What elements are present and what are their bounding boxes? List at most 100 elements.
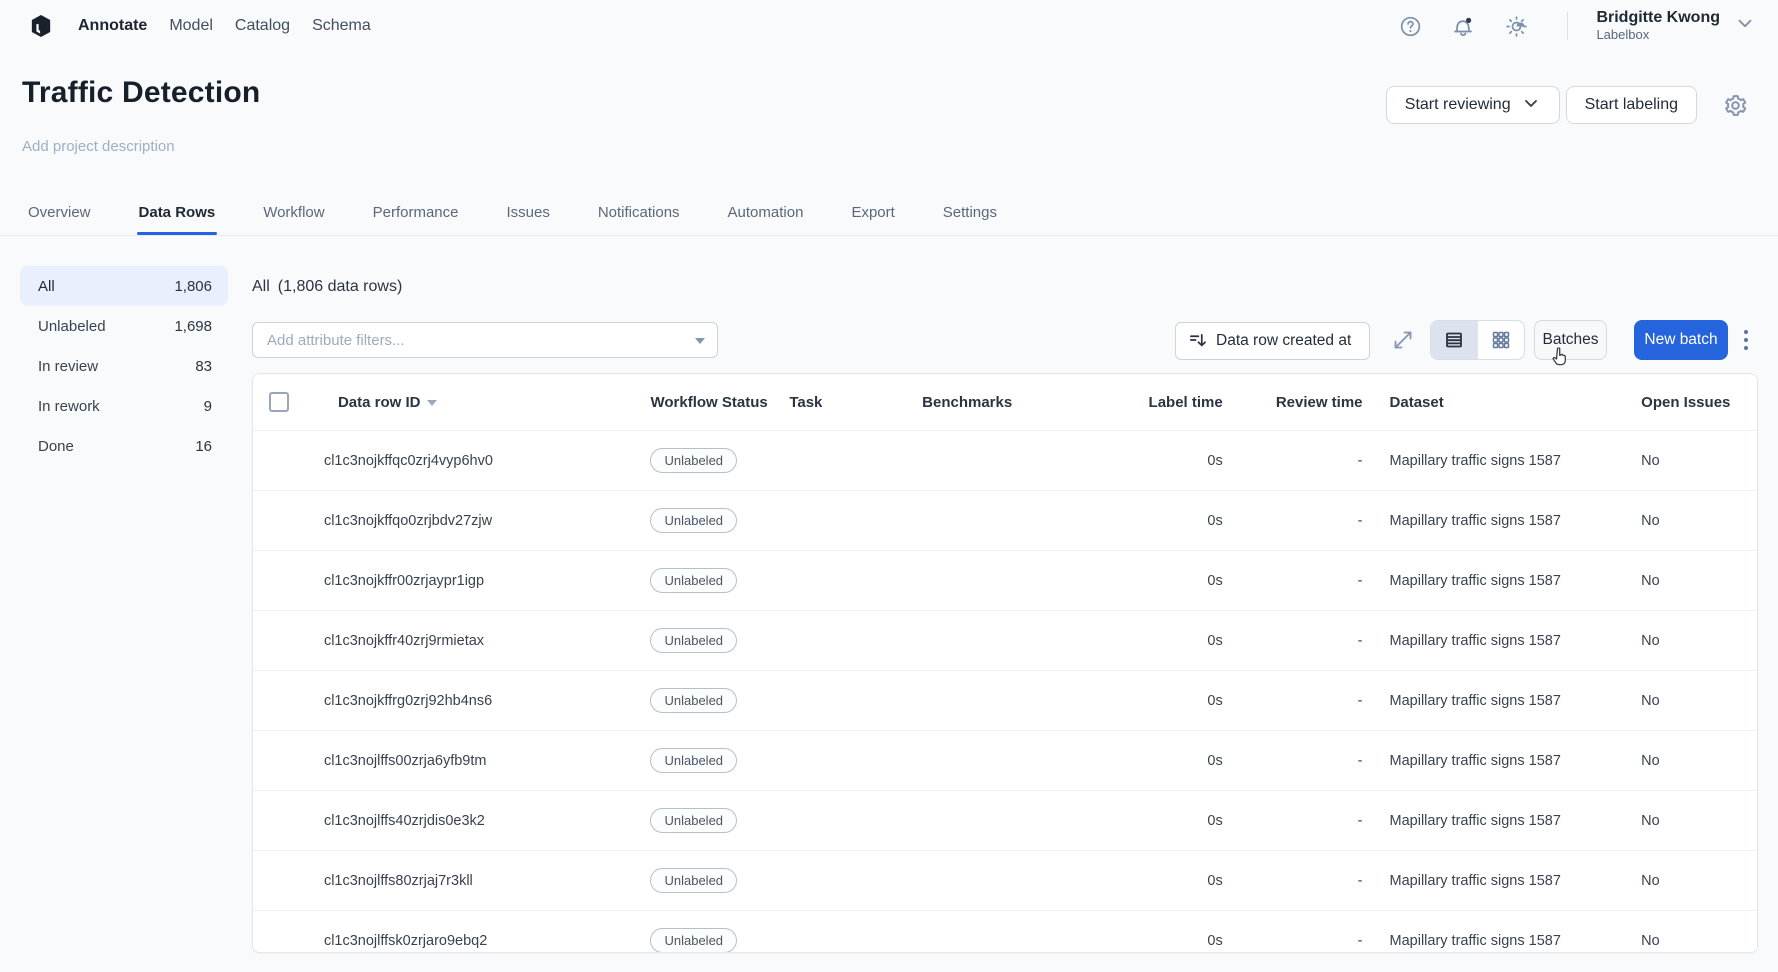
filter-count: 16 bbox=[195, 437, 212, 455]
review-time-cell: - bbox=[1357, 512, 1363, 529]
data-row-id[interactable]: cl1c3nojlffsk0zrjaro9ebq2 bbox=[313, 933, 643, 949]
list-heading: All (1,806 data rows) bbox=[252, 278, 402, 296]
open-issues-cell: No bbox=[1641, 872, 1660, 889]
triangle-down-icon bbox=[427, 399, 438, 406]
column-header-benchmarks: Benchmarks bbox=[922, 393, 1013, 411]
sort-by-button[interactable]: Data row created at bbox=[1175, 321, 1370, 360]
label-time-cell: 0s bbox=[1207, 812, 1223, 829]
table-row[interactable]: cl1c3nojkffr00zrjaypr1igp Unlabeled 0s -… bbox=[253, 551, 1757, 611]
dataset-cell: Mapillary traffic signs 1587 bbox=[1389, 932, 1561, 949]
dataset-cell: Mapillary traffic signs 1587 bbox=[1389, 752, 1561, 769]
label-time-cell: 0s bbox=[1207, 692, 1223, 709]
open-issues-cell: No bbox=[1641, 932, 1660, 949]
data-row-id[interactable]: cl1c3nojkffr00zrjaypr1igp bbox=[313, 573, 643, 589]
nav-item-model[interactable]: Model bbox=[169, 17, 213, 35]
workflow-status-cell: Unlabeled bbox=[642, 808, 782, 833]
label-time-cell: 0s bbox=[1207, 872, 1223, 889]
column-header-review-time: Review time bbox=[1275, 393, 1363, 411]
data-row-id[interactable]: cl1c3nojkffqo0zrjbdv27zjw bbox=[313, 513, 643, 529]
tab-overview[interactable]: Overview bbox=[28, 200, 91, 235]
status-badge: Unlabeled bbox=[650, 508, 738, 533]
column-header-data-row-id[interactable]: Data row ID bbox=[313, 394, 643, 411]
data-row-id[interactable]: cl1c3nojkffqc0zrj4vyp6hv0 bbox=[313, 453, 643, 469]
status-badge: Unlabeled bbox=[650, 688, 738, 713]
status-badge: Unlabeled bbox=[650, 628, 738, 653]
sidebar-filter-all[interactable]: All 1,806 bbox=[20, 266, 228, 306]
data-rows-table: Data row ID Workflow Status Task Benchma… bbox=[252, 373, 1758, 953]
dataset-cell: Mapillary traffic signs 1587 bbox=[1389, 872, 1561, 889]
overflow-menu-icon[interactable] bbox=[1741, 329, 1751, 351]
grid-view-toggle[interactable] bbox=[1478, 321, 1525, 359]
filter-label: Done bbox=[38, 437, 74, 455]
sidebar-filter-in-review[interactable]: In review 83 bbox=[20, 346, 228, 386]
open-issues-cell: No bbox=[1641, 452, 1660, 469]
label-time-cell: 0s bbox=[1207, 752, 1223, 769]
dataset-cell: Mapillary traffic signs 1587 bbox=[1389, 572, 1561, 589]
dataset-cell: Mapillary traffic signs 1587 bbox=[1389, 512, 1561, 529]
data-row-id[interactable]: cl1c3nojkffrg0zrj92hb4ns6 bbox=[313, 693, 643, 709]
table-row[interactable]: cl1c3nojkffr40zrj9rmietax Unlabeled 0s -… bbox=[253, 611, 1757, 671]
review-time-cell: - bbox=[1357, 452, 1363, 469]
table-row[interactable]: cl1c3nojkffqc0zrj4vyp6hv0 Unlabeled 0s -… bbox=[253, 431, 1757, 491]
filter-count: 1,806 bbox=[174, 277, 212, 295]
table-row[interactable]: cl1c3nojlffs40zrjdis0e3k2 Unlabeled 0s -… bbox=[253, 791, 1757, 851]
data-row-id[interactable]: cl1c3nojlffs80zrjaj7r3kll bbox=[313, 873, 643, 889]
open-issues-cell: No bbox=[1641, 752, 1660, 769]
table-row[interactable]: cl1c3nojkffqo0zrjbdv27zjw Unlabeled 0s -… bbox=[253, 491, 1757, 551]
attribute-filters-input[interactable] bbox=[252, 322, 718, 358]
sidebar-filter-in-rework[interactable]: In rework 9 bbox=[20, 386, 228, 426]
label-time-cell: 0s bbox=[1207, 632, 1223, 649]
review-time-cell: - bbox=[1357, 872, 1363, 889]
filter-count: 83 bbox=[195, 357, 212, 375]
status-badge: Unlabeled bbox=[650, 748, 738, 773]
label-time-cell: 0s bbox=[1207, 572, 1223, 589]
status-badge: Unlabeled bbox=[650, 448, 738, 473]
sort-by-label: Data row created at bbox=[1216, 331, 1352, 349]
table-row[interactable]: cl1c3nojlffsk0zrjaro9ebq2 Unlabeled 0s -… bbox=[253, 911, 1757, 952]
open-issues-cell: No bbox=[1641, 512, 1660, 529]
select-all-checkbox[interactable] bbox=[269, 392, 289, 412]
status-badge: Unlabeled bbox=[650, 868, 738, 893]
project-description-placeholder[interactable]: Add project description bbox=[22, 138, 175, 155]
filter-label: Unlabeled bbox=[38, 317, 106, 335]
workflow-status-cell: Unlabeled bbox=[642, 748, 782, 773]
review-time-cell: - bbox=[1357, 632, 1363, 649]
filter-count: 9 bbox=[203, 397, 212, 415]
data-row-id[interactable]: cl1c3nojlffs40zrjdis0e3k2 bbox=[313, 813, 643, 829]
workflow-status-cell: Unlabeled bbox=[642, 688, 782, 713]
review-time-cell: - bbox=[1357, 932, 1363, 949]
sidebar-filter-done[interactable]: Done 16 bbox=[20, 426, 228, 466]
expand-diagonal-icon[interactable] bbox=[1391, 328, 1415, 352]
sort-lines-down-icon bbox=[1188, 331, 1207, 350]
heading-filter: All bbox=[252, 278, 270, 295]
batches-button[interactable]: Batches bbox=[1534, 320, 1607, 360]
new-batch-button[interactable]: New batch bbox=[1634, 320, 1728, 360]
review-time-cell: - bbox=[1357, 752, 1363, 769]
list-view-toggle[interactable] bbox=[1431, 321, 1478, 359]
column-header-label-time: Label time bbox=[1148, 393, 1223, 411]
data-row-id[interactable]: cl1c3nojlffs00zrja6yfb9tm bbox=[313, 753, 643, 769]
column-header-dataset: Dataset bbox=[1389, 393, 1444, 411]
view-toggle bbox=[1430, 320, 1525, 360]
tab-data-rows[interactable]: Data Rows bbox=[136, 200, 217, 235]
sidebar-filter-unlabeled[interactable]: Unlabeled 1,698 bbox=[20, 306, 228, 346]
filter-count: 1,698 bbox=[174, 317, 212, 335]
table-header-row: Data row ID Workflow Status Task Benchma… bbox=[253, 374, 1757, 431]
nav-item-annotate[interactable]: Annotate bbox=[78, 17, 147, 35]
review-time-cell: - bbox=[1357, 692, 1363, 709]
filter-label: In rework bbox=[38, 397, 100, 415]
table-row[interactable]: cl1c3nojkffrg0zrj92hb4ns6 Unlabeled 0s -… bbox=[253, 671, 1757, 731]
open-issues-cell: No bbox=[1641, 692, 1660, 709]
data-row-id[interactable]: cl1c3nojkffr40zrj9rmietax bbox=[313, 633, 643, 649]
label-time-cell: 0s bbox=[1207, 452, 1223, 469]
column-header-task: Task bbox=[789, 393, 823, 411]
table-row[interactable]: cl1c3nojlffs80zrjaj7r3kll Unlabeled 0s -… bbox=[253, 851, 1757, 911]
dataset-cell: Mapillary traffic signs 1587 bbox=[1389, 632, 1561, 649]
open-issues-cell: No bbox=[1641, 572, 1660, 589]
labelbox-logo-icon[interactable] bbox=[30, 14, 52, 38]
open-issues-cell: No bbox=[1641, 812, 1660, 829]
table-row[interactable]: cl1c3nojlffs00zrja6yfb9tm Unlabeled 0s -… bbox=[253, 731, 1757, 791]
filter-label: All bbox=[38, 277, 55, 295]
open-issues-cell: No bbox=[1641, 632, 1660, 649]
status-badge: Unlabeled bbox=[650, 808, 738, 833]
